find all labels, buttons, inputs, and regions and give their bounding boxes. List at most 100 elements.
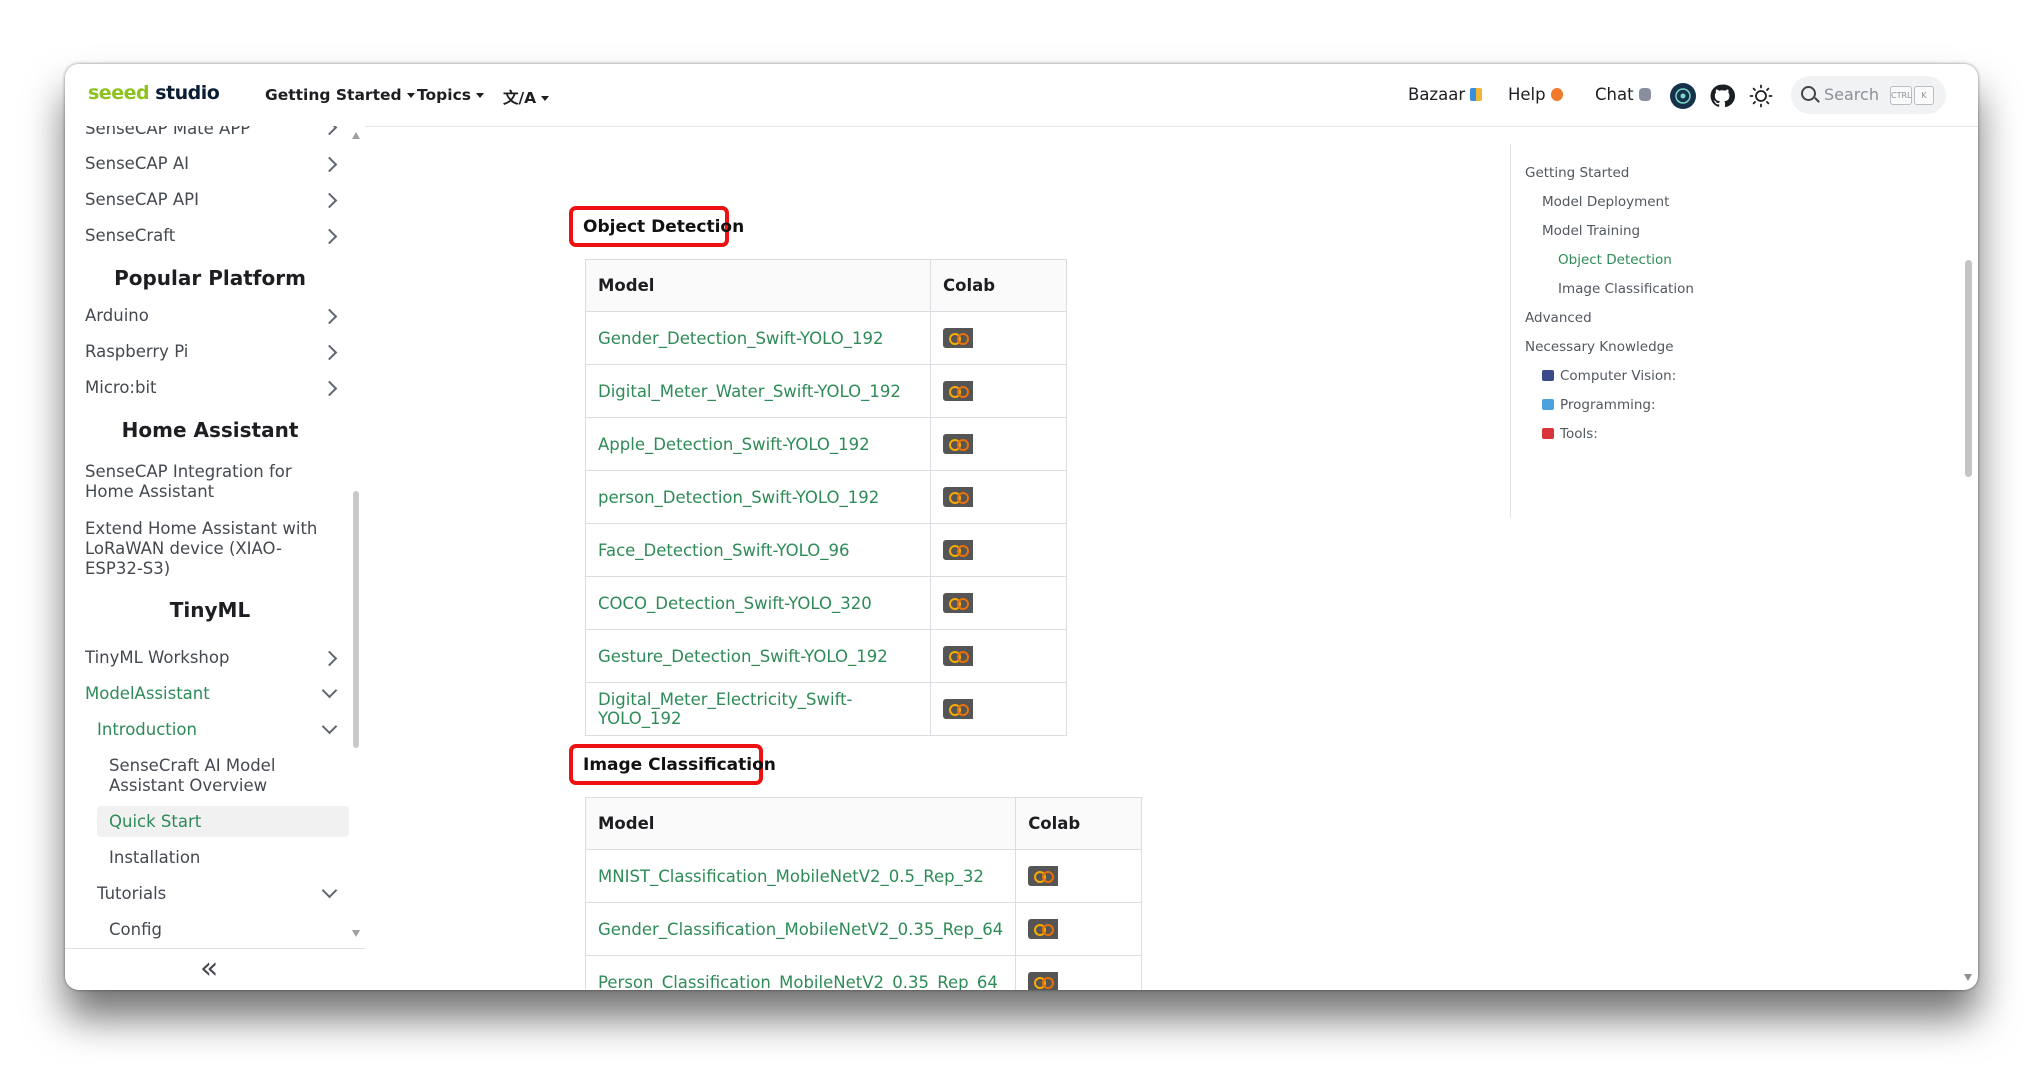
object-detection-table: Model Colab Gender_Detection_Swift-YOLO_… bbox=[585, 259, 1067, 736]
colab-logo-icon bbox=[1028, 919, 1059, 940]
model-link[interactable]: Person_Classification_MobileNetV2_0.35_R… bbox=[584, 955, 1017, 990]
sidebar-item-sensecraft[interactable]: SenseCraft bbox=[85, 226, 175, 246]
open-in-colab-badge[interactable]: Open in Colab bbox=[943, 699, 1054, 720]
chevron-right-icon[interactable] bbox=[321, 156, 338, 173]
chevron-down-icon bbox=[406, 93, 415, 98]
table-row: Gender_Detection_Swift-YOLO_192 Open in C… bbox=[585, 311, 1067, 365]
sidebar-item-tinyml-workshop[interactable]: TinyML Workshop bbox=[85, 648, 229, 668]
search-icon bbox=[1801, 86, 1816, 101]
toc-model-training[interactable]: Model Training bbox=[1542, 223, 1640, 239]
colab-logo-icon bbox=[943, 593, 973, 614]
main-scrollbar[interactable] bbox=[1965, 260, 1972, 477]
toc-image-classification[interactable]: Image Classification bbox=[1558, 281, 1694, 297]
sidebar-item-config[interactable]: Config bbox=[109, 920, 162, 940]
toc-advanced[interactable]: Advanced bbox=[1525, 310, 1592, 326]
github-icon[interactable] bbox=[1709, 83, 1735, 109]
nav-bazaar[interactable]: Bazaar bbox=[1408, 85, 1483, 104]
table-row: Apple_Detection_Swift-YOLO_192 Open in Co… bbox=[585, 417, 1067, 471]
open-in-colab-badge[interactable]: Open in Colab bbox=[943, 646, 1054, 667]
open-in-colab-badge[interactable]: Open in Colab bbox=[943, 540, 1054, 561]
sidebar-heading-popular-platform: Popular Platform bbox=[114, 266, 306, 290]
sidebar-item-installation[interactable]: Installation bbox=[109, 848, 200, 868]
sidebar-item-label: Installation bbox=[109, 848, 201, 867]
sidebar-item-modelassistant[interactable]: ModelAssistant bbox=[85, 684, 210, 704]
collapse-sidebar-button[interactable]: « bbox=[65, 948, 365, 990]
model-link[interactable]: Digital_Meter_Water_Swift-YOLO_192 bbox=[585, 364, 931, 418]
chevron-right-icon[interactable] bbox=[321, 650, 338, 667]
model-link[interactable]: Apple_Detection_Swift-YOLO_192 bbox=[585, 417, 931, 471]
sidebar-item-sensecap-ha-integration[interactable]: SenseCAP Integration for Home Assistant bbox=[85, 462, 335, 502]
chevron-down-icon bbox=[476, 93, 484, 98]
sidebar-item-sensecap-ai[interactable]: SenseCAP AI bbox=[85, 154, 189, 174]
open-in-colab-badge[interactable]: Open in Colab bbox=[1028, 866, 1129, 887]
nav-chat[interactable]: Chat bbox=[1595, 85, 1651, 104]
chevron-right-icon[interactable] bbox=[321, 126, 338, 136]
sidebar-item-quick-start[interactable]: Quick Start bbox=[109, 812, 201, 832]
nav-help[interactable]: Help bbox=[1508, 85, 1563, 104]
model-link[interactable]: Gesture_Detection_Swift-YOLO_192 bbox=[585, 629, 931, 683]
sidebar-item-tutorials[interactable]: Tutorials bbox=[97, 884, 166, 904]
toc-computer-vision[interactable]: Computer Vision: bbox=[1542, 368, 1676, 384]
open-in-colab-badge[interactable]: Open in Colab bbox=[943, 434, 1054, 455]
model-link[interactable]: Digital_Meter_Electricity_Swift-YOLO_192 bbox=[585, 682, 931, 736]
chevron-right-icon[interactable] bbox=[321, 344, 338, 361]
model-link[interactable]: MNIST_Classification_MobileNetV2_0.5_Rep… bbox=[584, 849, 1017, 903]
colab-cell: Open in Colab bbox=[930, 523, 1067, 577]
table-row: Face_Detection_Swift-YOLO_96 Open in Cola… bbox=[585, 523, 1067, 577]
ai-assistant-icon[interactable] bbox=[1670, 83, 1696, 109]
table-header-colab: Colab bbox=[930, 259, 1067, 312]
open-in-colab-badge[interactable]: Open in Colab bbox=[1028, 919, 1129, 940]
sidebar-item-raspberry-pi[interactable]: Raspberry Pi bbox=[85, 342, 188, 362]
chevron-down-icon[interactable] bbox=[321, 882, 338, 899]
seeed-studio-logo[interactable]: seeed studio bbox=[88, 82, 220, 104]
toc-model-deployment[interactable]: Model Deployment bbox=[1542, 194, 1669, 210]
toc-necessary-knowledge[interactable]: Necessary Knowledge bbox=[1525, 339, 1674, 355]
open-in-colab-badge[interactable]: Open in Colab bbox=[943, 328, 1054, 349]
robot-icon bbox=[1638, 88, 1651, 101]
open-in-colab-badge[interactable]: Open in Colab bbox=[943, 381, 1054, 402]
sidebar-item-label: SenseCAP Integration for Home Assistant bbox=[85, 462, 292, 501]
main-scroll-down-arrow[interactable] bbox=[1964, 974, 1972, 981]
sidebar-item-extend-ha-lorawan[interactable]: Extend Home Assistant with LoRaWAN devic… bbox=[85, 519, 335, 579]
colab-logo-icon bbox=[1028, 866, 1059, 887]
toc-programming[interactable]: Programming: bbox=[1542, 397, 1656, 413]
model-link[interactable]: Gender_Detection_Swift-YOLO_192 bbox=[585, 311, 931, 365]
sidebar-scroll-down-arrow[interactable] bbox=[352, 930, 360, 937]
sidebar-item-sensecap-mate-app[interactable]: SenseCAP Mate APP bbox=[85, 126, 250, 139]
sidebar-item-label: Quick Start bbox=[109, 812, 202, 831]
open-in-colab-badge[interactable]: Open in Colab bbox=[943, 487, 1054, 508]
chevron-right-icon[interactable] bbox=[321, 228, 338, 245]
chevron-right-icon[interactable] bbox=[321, 308, 338, 325]
model-link[interactable]: person_Detection_Swift-YOLO_192 bbox=[585, 470, 931, 524]
chevron-down-icon[interactable] bbox=[321, 718, 338, 735]
sidebar-item-overview[interactable]: SenseCraft AI Model Assistant Overview bbox=[109, 756, 329, 796]
sidebar-item-label: Config bbox=[109, 920, 162, 939]
sidebar-item-introduction[interactable]: Introduction bbox=[97, 720, 197, 740]
chevron-down-icon bbox=[541, 96, 550, 101]
sidebar-scrollbar[interactable] bbox=[353, 491, 359, 748]
toolbox-icon bbox=[1542, 428, 1554, 439]
nav-getting-started[interactable]: Getting Started bbox=[265, 86, 415, 104]
search-input[interactable]: Search CTRL K bbox=[1791, 76, 1946, 114]
colab-cell: Open in Colab bbox=[1015, 955, 1142, 990]
sidebar-item-arduino[interactable]: Arduino bbox=[85, 306, 149, 326]
language-switcher[interactable]: 文/A bbox=[503, 86, 550, 108]
open-in-colab-badge[interactable]: Open in Colab bbox=[943, 593, 1054, 614]
chevron-down-icon[interactable] bbox=[321, 682, 338, 699]
sidebar-item-microbit[interactable]: Micro:bit bbox=[85, 378, 157, 398]
nav-topics[interactable]: Topics bbox=[417, 86, 484, 104]
toc-object-detection[interactable]: Object Detection bbox=[1558, 252, 1672, 268]
toc-getting-started[interactable]: Getting Started bbox=[1525, 165, 1629, 181]
chevron-right-icon[interactable] bbox=[321, 380, 338, 397]
sidebar-item-label: SenseCAP AI bbox=[85, 154, 189, 173]
table-header-model: Model bbox=[585, 259, 931, 312]
sidebar-item-sensecap-api[interactable]: SenseCAP API bbox=[85, 190, 199, 210]
model-link[interactable]: Gender_Classification_MobileNetV2_0.35_R… bbox=[584, 902, 1017, 956]
open-in-colab-badge[interactable]: Open in Colab bbox=[1028, 972, 1129, 990]
toc-tools[interactable]: Tools: bbox=[1542, 426, 1598, 442]
theme-toggle-sun-icon[interactable] bbox=[1748, 83, 1774, 109]
model-link[interactable]: COCO_Detection_Swift-YOLO_320 bbox=[585, 576, 931, 630]
sidebar-scroll-up-arrow[interactable] bbox=[352, 132, 360, 139]
model-link[interactable]: Face_Detection_Swift-YOLO_96 bbox=[585, 523, 931, 577]
chevron-right-icon[interactable] bbox=[321, 192, 338, 209]
